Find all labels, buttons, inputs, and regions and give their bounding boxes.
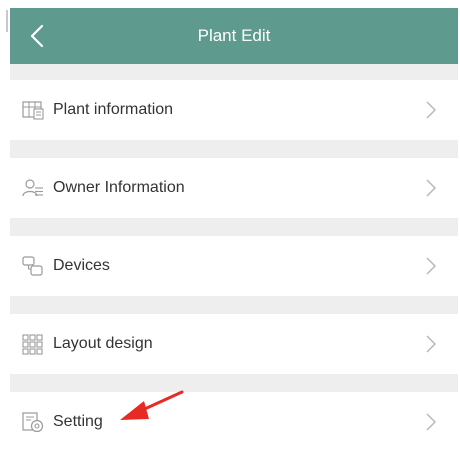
plant-info-icon (22, 101, 44, 120)
menu-item-label: Layout design (53, 335, 153, 352)
owner-icon (22, 179, 43, 197)
back-button[interactable] (22, 20, 52, 52)
page-title: Plant Edit (197, 26, 271, 45)
menu-item-label: Setting (53, 413, 103, 430)
menu-item-layout-design[interactable]: Layout design (10, 314, 458, 374)
chevron-right-icon (426, 257, 436, 275)
chevron-right-icon (426, 179, 436, 197)
menu-item-setting[interactable]: Setting (10, 392, 458, 452)
layout-grid-icon (22, 334, 43, 355)
app-screen: Plant Edit Plant information Owner Infor… (10, 8, 458, 452)
header-bar: Plant Edit (10, 8, 458, 64)
left-edge-marker (6, 10, 8, 32)
left-page-edge (0, 0, 9, 452)
chevron-right-icon (426, 335, 436, 353)
devices-icon (22, 256, 43, 276)
menu-item-label: Plant information (53, 101, 174, 118)
menu-item-label: Owner Information (53, 179, 185, 196)
menu-item-owner-information[interactable]: Owner Information (10, 158, 458, 218)
settings-icon (22, 412, 44, 433)
chevron-right-icon (426, 413, 436, 431)
menu-item-label: Devices (53, 257, 110, 274)
menu-item-devices[interactable]: Devices (10, 236, 458, 296)
menu-item-plant-information[interactable]: Plant information (10, 80, 458, 140)
chevron-left-icon (30, 24, 44, 48)
chevron-right-icon (426, 101, 436, 119)
